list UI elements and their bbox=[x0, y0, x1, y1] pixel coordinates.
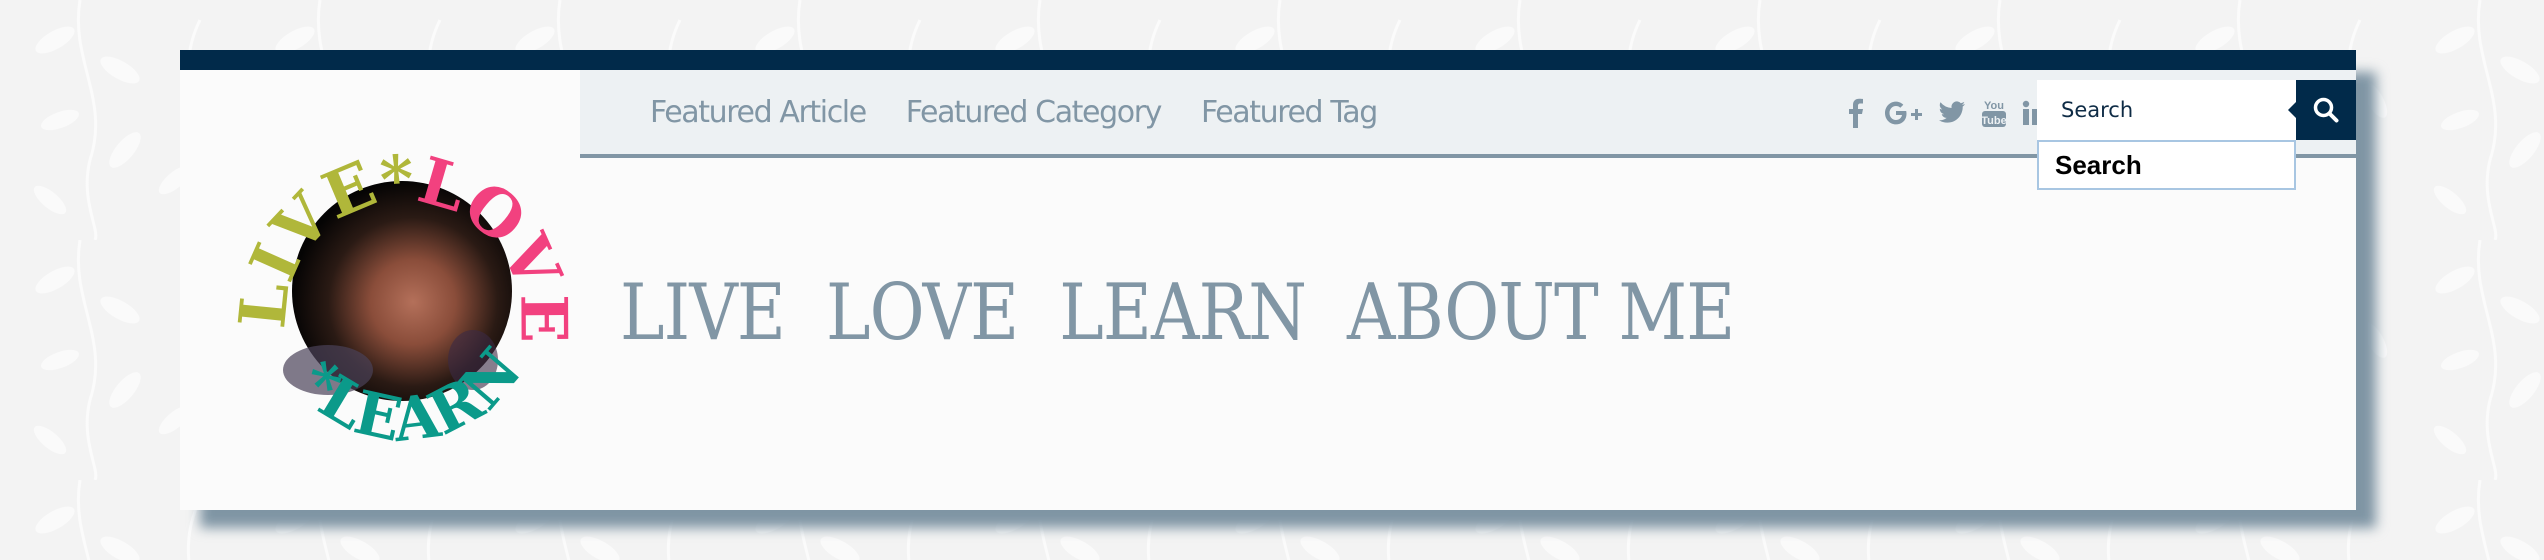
site-logo[interactable]: LIVE*LOVE* *LEARN bbox=[208, 90, 598, 490]
nav-link-featured-article[interactable]: Featured Article bbox=[650, 95, 867, 130]
top-bar bbox=[180, 50, 2356, 70]
search-icon bbox=[2313, 97, 2339, 123]
search-suggestion[interactable]: Search bbox=[2037, 140, 2296, 190]
facebook-icon[interactable] bbox=[1842, 98, 1870, 128]
nav-link-featured-tag[interactable]: Featured Tag bbox=[1201, 95, 1378, 130]
search-input[interactable] bbox=[2037, 80, 2296, 140]
svg-text:You: You bbox=[1984, 100, 2004, 112]
nav-link-featured-category[interactable]: Featured Category bbox=[906, 95, 1163, 130]
site-title: LIVE LOVE LEARN ABOUT ME bbox=[620, 268, 1735, 358]
twitter-icon[interactable] bbox=[1938, 98, 1966, 128]
youtube-icon[interactable]: You Tube bbox=[1980, 98, 2008, 128]
nav-links: Featured Article Featured Category Featu… bbox=[650, 70, 1378, 154]
google-plus-icon[interactable] bbox=[1884, 98, 1924, 128]
search-button[interactable] bbox=[2288, 80, 2356, 140]
svg-text:Tube: Tube bbox=[1981, 115, 2006, 127]
site-header: LIVE*LOVE* *LEARN Featured Article Featu… bbox=[180, 50, 2356, 510]
